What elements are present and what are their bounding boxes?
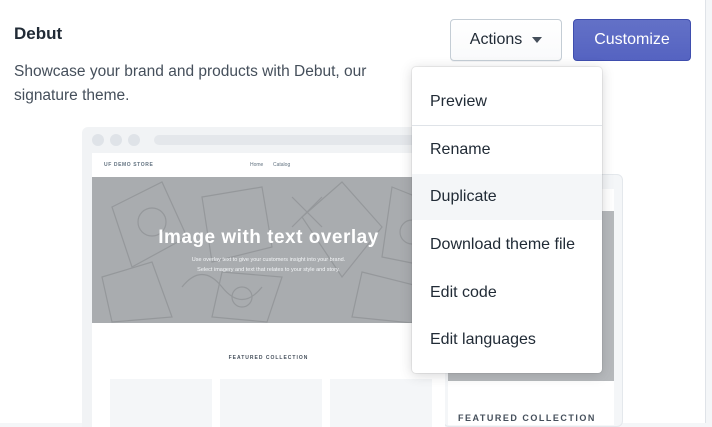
menu-item-download-theme-file[interactable]: Download theme file [412,222,602,268]
menu-item-preview[interactable]: Preview [412,79,602,125]
customize-button[interactable]: Customize [573,19,691,61]
browser-bar [82,127,445,153]
store-nav-catalog: Catalog [273,162,291,168]
hero-title: Image with text overlay [158,227,379,248]
page-right-edge [705,0,712,427]
desktop-preview-mockup: UF DEMO STORE Home Catalog ⌂ [82,127,445,427]
store-page: UF DEMO STORE Home Catalog ⌂ [92,153,445,427]
hero-subtitle-line: Use overlay text to give your customers … [191,257,346,263]
menu-divider [412,125,602,126]
theme-description: Showcase your brand and products with De… [14,63,367,104]
actions-dropdown-menu: Preview Rename Duplicate Download theme … [412,67,602,373]
menu-item-duplicate[interactable]: Duplicate [412,174,602,220]
menu-item-rename[interactable]: Rename [412,127,602,173]
hero-subtitle-line: Select imagery and text that relates to … [197,267,340,273]
window-dot-icon [110,134,122,146]
hero-pattern-illustration [101,181,443,323]
window-dot-icon [128,134,140,146]
store-name: UF DEMO STORE [104,162,154,168]
mobile-featured-collection-label: FEATURED COLLECTION [458,413,596,423]
product-card [110,379,212,427]
menu-item-edit-code[interactable]: Edit code [412,270,602,316]
actions-button-label: Actions [469,31,523,48]
store-nav: UF DEMO STORE Home Catalog ⌂ [92,153,445,177]
featured-collection-label: FEATURED COLLECTION [228,355,309,361]
caret-down-icon [532,37,543,43]
store-nav-home: Home [250,162,264,168]
url-bar [154,135,439,145]
hero-banner: Image with text overlay Use overlay text… [92,177,445,323]
actions-button[interactable]: Actions [450,19,562,61]
window-dot-icon [92,134,104,146]
theme-title: Debut [14,24,63,43]
product-card [220,379,322,427]
product-card [330,379,432,427]
menu-item-edit-languages[interactable]: Edit languages [412,317,602,363]
